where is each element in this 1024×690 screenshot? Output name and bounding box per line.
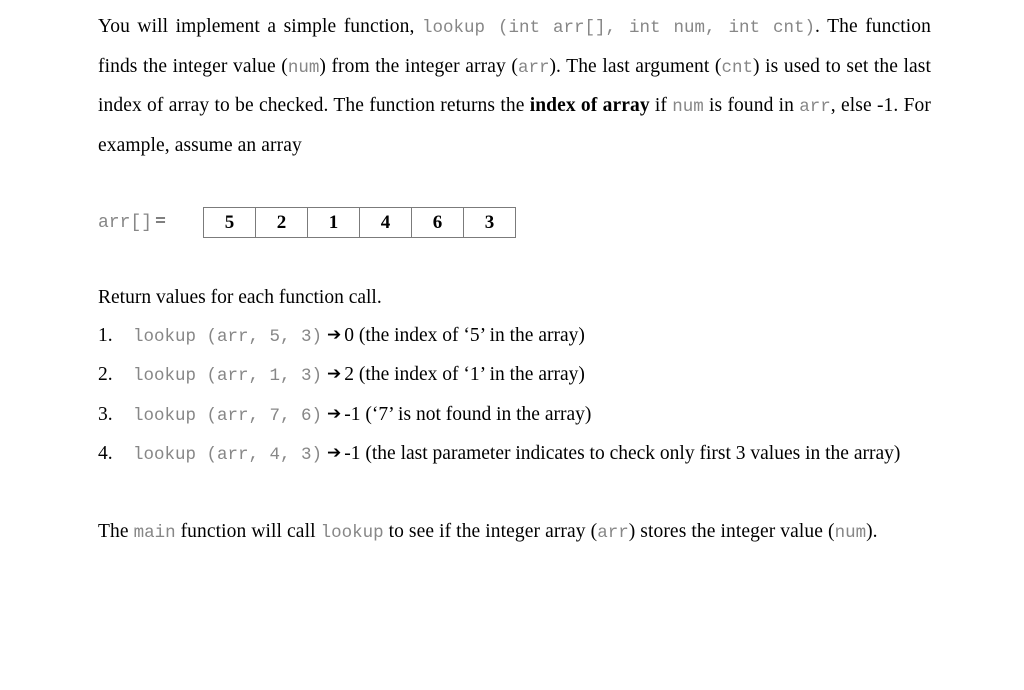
intro-text-part-7: is found in	[703, 95, 800, 116]
array-cell-4: 6	[411, 206, 465, 238]
code-num-3: num	[834, 522, 867, 543]
list-item-code-1: lookup (arr, 5, 3)	[133, 326, 323, 347]
intro-paragraph: You will implement a simple function, lo…	[98, 8, 931, 164]
function-call-list: 1. lookup (arr, 5, 3) ➔ 0 (the index of ‘5’…	[98, 317, 931, 475]
closing-text-part-2: function will call	[175, 520, 321, 542]
closing-text-part-4: ) stores the integer value (	[628, 520, 835, 542]
code-arr-1: arr	[517, 57, 550, 78]
code-arr-3: arr	[597, 522, 629, 543]
intro-text-part-1: You will implement a simple function,	[98, 16, 422, 37]
intro-text-part-3: ) from the integer array (	[319, 55, 518, 77]
code-lookup: lookup	[320, 522, 384, 543]
array-cell-5: 3	[463, 206, 517, 238]
code-cnt-1: cnt	[721, 57, 754, 78]
index-of-array-emphasis: index of array	[529, 95, 650, 116]
list-item-code-3: lookup (arr, 7, 6)	[133, 405, 323, 426]
array-example-block: arr[] = 5 2 1 4 6 3	[98, 205, 931, 239]
document-page: You will implement a simple function, lo…	[0, 0, 1024, 690]
arrow-right-icon: ➔	[327, 403, 342, 424]
closing-text-part-3: to see if the integer array (	[383, 520, 598, 542]
arrow-right-icon: ➔	[327, 364, 342, 384]
array-cell-0: 5	[203, 206, 257, 238]
intro-text-part-4: ). The last argument (	[549, 55, 722, 77]
intro-period: .	[815, 16, 820, 37]
list-item: 4. lookup (arr, 4, 3) ➔ -1 (the last parame…	[98, 435, 931, 475]
list-item-code-2: lookup (arr, 1, 3)	[133, 366, 323, 386]
list-item: 2. lookup (arr, 1, 3) ➔ 2 (the index of ‘1’…	[98, 356, 931, 396]
closing-text-part-5: ).	[866, 520, 878, 542]
array-label-code: arr[]	[98, 213, 153, 233]
array-label: arr[] =	[98, 211, 166, 233]
code-num-2: num	[672, 97, 704, 117]
code-arr-2: arr	[799, 97, 831, 117]
array-cell-1: 2	[255, 206, 309, 238]
table-row: 5 2 1 4 6 3	[203, 206, 517, 238]
list-item-result-1: 0 (the index of ‘5’ in the array)	[344, 324, 585, 346]
return-values-heading: Return values for each function call.	[98, 287, 382, 308]
list-item-number-3: 3.	[98, 403, 113, 425]
list-item-result-2: 2 (the index of ‘1’ in the array)	[344, 364, 585, 385]
list-item-number-2: 2.	[98, 364, 113, 385]
list-item: 1. lookup (arr, 5, 3) ➔ 0 (the index of ‘5’…	[98, 317, 931, 357]
array-values-table: 5 2 1 4 6 3	[203, 206, 517, 238]
lookup-signature-code: lookup (int arr[], int num, int cnt)	[421, 18, 815, 38]
array-label-equals: =	[155, 211, 167, 232]
array-cell-2: 1	[307, 206, 361, 238]
closing-text-part-1: The	[98, 520, 134, 542]
closing-paragraph: The main function will call lookup to se…	[98, 513, 931, 553]
code-num-1: num	[287, 57, 320, 78]
list-item: 3. lookup (arr, 7, 6) ➔ -1 (‘7’ is not foun…	[98, 396, 931, 436]
list-item-code-4: lookup (arr, 4, 3)	[133, 445, 323, 465]
list-item-number-1: 1.	[98, 324, 113, 346]
intro-text-part-6: if	[649, 95, 673, 116]
code-main: main	[133, 522, 176, 543]
list-item-number-4: 4.	[98, 443, 113, 464]
list-item-result-3: -1 (‘7’ is not found in the array)	[344, 403, 592, 425]
arrow-right-icon: ➔	[327, 324, 342, 345]
list-item-result-4: -1 (the last parameter indicates to chec…	[344, 443, 901, 464]
array-cell-3: 4	[359, 206, 413, 238]
arrow-right-icon: ➔	[327, 443, 342, 463]
